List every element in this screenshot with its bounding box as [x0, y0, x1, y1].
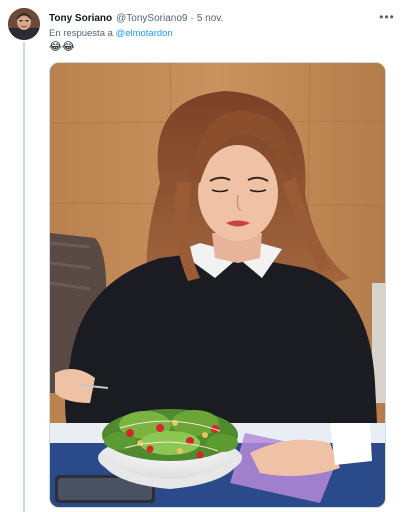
reply-mention-link[interactable]: @elmotardon	[116, 28, 173, 39]
avatar-image	[8, 8, 40, 40]
tweet-media-image[interactable]	[49, 62, 386, 508]
author-handle[interactable]: @TonySoriano9	[116, 13, 187, 24]
timestamp[interactable]: 5 nov.	[197, 13, 224, 24]
reply-prefix: En respuesta a	[49, 28, 113, 39]
photo-woman-salad	[50, 63, 385, 507]
thread-line	[23, 42, 25, 512]
tweet-text: 😂😂	[49, 41, 75, 53]
reply-context: En respuesta a @elmotardon	[49, 28, 173, 39]
separator-dot: ·	[190, 12, 194, 24]
author-name[interactable]: Tony Soriano	[49, 13, 112, 24]
tweet-header: Tony Soriano @TonySoriano9 · 5 nov. •••	[49, 10, 394, 26]
more-horizontal-icon[interactable]: •••	[378, 9, 396, 25]
avatar[interactable]	[8, 8, 40, 40]
